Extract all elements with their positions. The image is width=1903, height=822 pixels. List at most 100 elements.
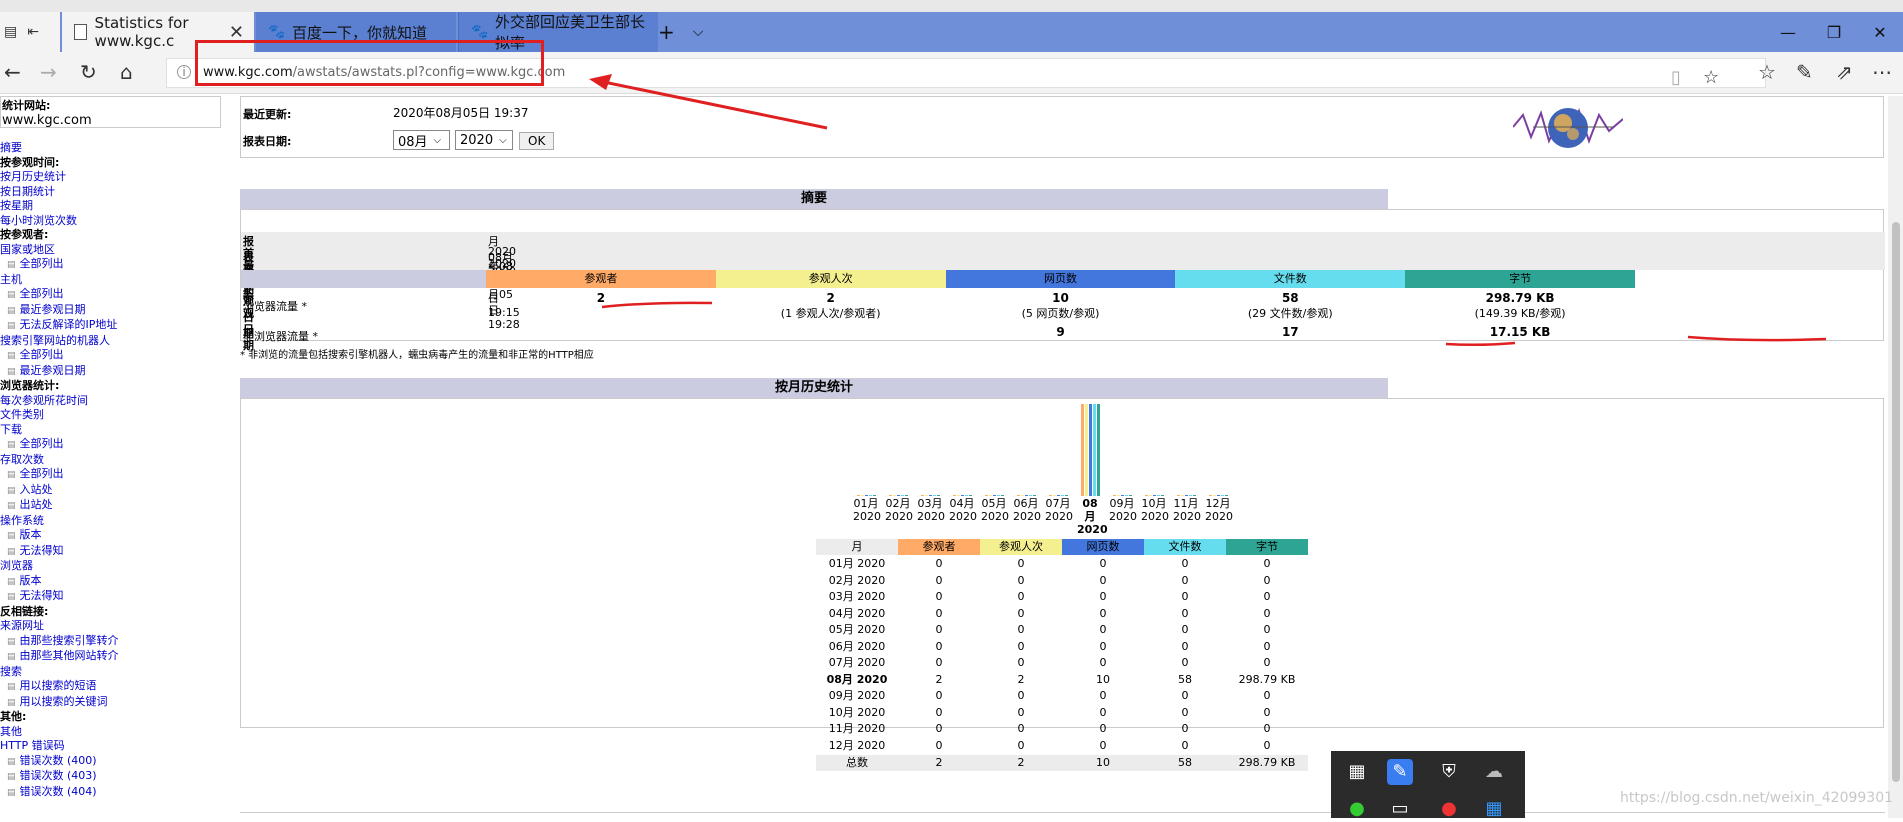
- security-shield-icon[interactable]: ⛨: [1436, 759, 1462, 785]
- refresh-icon[interactable]: ↻: [80, 60, 97, 84]
- sidebar-item[interactable]: 搜索: [0, 665, 119, 680]
- sidebar-item[interactable]: 按星期: [0, 199, 119, 214]
- monthly-cell: 0: [1017, 738, 1025, 752]
- monthly-cell: 0: [935, 689, 943, 702]
- sidebar-item[interactable]: 操作系统: [0, 514, 119, 529]
- sidebar-item[interactable]: 下载: [0, 423, 119, 438]
- window-controls: — ❐ ✕: [1765, 12, 1903, 52]
- info-icon[interactable]: i: [177, 65, 191, 79]
- sidebar-item[interactable]: 全部列出: [0, 257, 119, 273]
- scrollbar-thumb[interactable]: [1892, 222, 1900, 782]
- sidebar-item[interactable]: 错误次数 (403): [0, 769, 119, 785]
- monthly-cell: 0: [1181, 656, 1189, 669]
- feedback-icon[interactable]: ✎: [1387, 759, 1413, 785]
- monthly-cell: 0: [935, 590, 943, 603]
- sidebar-item[interactable]: 由那些其他网站转介: [0, 649, 119, 665]
- monthly-cell: 0: [1181, 689, 1189, 702]
- sidebar-item[interactable]: 浏览器: [0, 559, 119, 574]
- year-select[interactable]: 2020 ⌵: [455, 130, 513, 150]
- sidebar-item[interactable]: 无法得知: [0, 589, 119, 605]
- chart-bar: [1221, 495, 1224, 496]
- sidebar-item[interactable]: 国家或地区: [0, 243, 119, 258]
- favorite-star-icon[interactable]: ☆: [1703, 67, 1719, 88]
- sidebar-item[interactable]: 全部列出: [0, 467, 119, 483]
- monthly-cell: 0: [1017, 722, 1025, 735]
- summary-title: 摘要: [240, 189, 1388, 209]
- windows-icon[interactable]: ▦: [1481, 796, 1507, 822]
- sidebar-item[interactable]: 全部列出: [0, 348, 119, 364]
- sidebar-item[interactable]: 主机: [0, 273, 119, 288]
- app-grid-icon[interactable]: ▦: [1344, 759, 1370, 785]
- display-icon[interactable]: ▭: [1387, 796, 1413, 822]
- sidebar-item[interactable]: 用以搜索的关键词: [0, 695, 119, 711]
- new-tab-icon[interactable]: +: [658, 20, 675, 44]
- monthly-cell: 0: [1181, 623, 1189, 636]
- sidebar-item[interactable]: 入站处: [0, 483, 119, 499]
- sidebar-item[interactable]: 错误次数 (404): [0, 785, 119, 801]
- month-select[interactable]: 08月 ⌵: [393, 130, 450, 150]
- restore-icon[interactable]: ❐: [1811, 23, 1857, 42]
- chart-bar: [1085, 404, 1088, 496]
- sidebar-item[interactable]: 搜索引擎网站的机器人: [0, 334, 119, 349]
- antivirus-icon[interactable]: ●: [1436, 796, 1462, 822]
- sidebar-item[interactable]: 全部列出: [0, 287, 119, 303]
- page-scrollbar[interactable]: [1888, 96, 1903, 818]
- monthly-cell: 03月 2020: [828, 590, 886, 603]
- monthly-cell: 0: [1099, 590, 1107, 603]
- sidebar-menu: 摘要按参观时间:按月历史统计按日期统计按星期每小时浏览次数按参观者: 国家或地区全…: [0, 141, 119, 800]
- back-icon[interactable]: ←: [4, 60, 21, 84]
- sidebar-item[interactable]: 按日期统计: [0, 185, 119, 200]
- sidebar-item[interactable]: 存取次数: [0, 453, 119, 468]
- close-window-icon[interactable]: ✕: [1857, 23, 1903, 42]
- sidebar-item[interactable]: 全部列出: [0, 437, 119, 453]
- sidebar-item[interactable]: 最近参观日期: [0, 364, 119, 380]
- forward-icon[interactable]: →: [40, 60, 57, 84]
- next-section-edge: [240, 812, 1885, 818]
- value-text: 9: [1056, 325, 1065, 339]
- monthly-cell: 0: [1099, 557, 1107, 570]
- monthly-column-header: 月: [816, 539, 898, 555]
- sidebar-item[interactable]: 无法得知: [0, 544, 119, 560]
- web-note-icon[interactable]: ✎: [1796, 60, 1813, 84]
- home-icon[interactable]: ⌂: [120, 60, 133, 84]
- awstats-logo[interactable]: [1513, 101, 1623, 153]
- set-aside-icon[interactable]: ⇤: [27, 24, 39, 40]
- ok-button[interactable]: OK: [519, 132, 555, 150]
- sidebar-item[interactable]: 错误次数 (400): [0, 754, 119, 770]
- minimize-icon[interactable]: —: [1765, 23, 1811, 42]
- cloud-offline-icon[interactable]: ☁: [1481, 759, 1507, 785]
- sidebar-item[interactable]: HTTP 错误码: [0, 739, 119, 754]
- nonbrowser-traffic-label: 非浏览器流量 *: [243, 330, 318, 343]
- sidebar-item[interactable]: 每小时浏览次数: [0, 214, 119, 229]
- sidebar-item[interactable]: 按月历史统计: [0, 170, 119, 185]
- sidebar-item[interactable]: 其他: [0, 725, 119, 740]
- sidebar-item[interactable]: 用以搜索的短语: [0, 679, 119, 695]
- sidebar-item[interactable]: 版本: [0, 574, 119, 590]
- monthly-cell: 0: [935, 722, 943, 735]
- monthly-cell: 0: [1017, 689, 1025, 702]
- sidebar-item[interactable]: 摘要: [0, 141, 119, 156]
- tabs-aside-icon[interactable]: ▤: [4, 24, 17, 40]
- sidebar-item[interactable]: 无法反解译的IP地址: [0, 318, 119, 334]
- share-icon[interactable]: ⇗: [1836, 60, 1853, 84]
- monthly-cell: 0: [935, 606, 943, 620]
- favorites-hub-icon[interactable]: ☆: [1758, 60, 1776, 84]
- monthly-cell: 0: [935, 639, 943, 653]
- chart-bar: [985, 495, 988, 496]
- summary-footnote: * 非浏览的流量包括搜索引擎机器人，蠕虫病毒产生的流量和非正常的HTTP相应: [240, 350, 594, 361]
- more-icon[interactable]: ⋯: [1872, 60, 1892, 84]
- sidebar-item[interactable]: 由那些搜索引擎转介: [0, 634, 119, 650]
- chevron-down-icon[interactable]: ⌵: [693, 24, 704, 40]
- sidebar-item[interactable]: 每次参观所花时间: [0, 394, 119, 409]
- sidebar-item[interactable]: 出站处: [0, 498, 119, 514]
- monthly-cell: 0: [1099, 722, 1107, 735]
- wechat-icon[interactable]: ●: [1344, 796, 1370, 822]
- sidebar-item[interactable]: 最近参观日期: [0, 303, 119, 319]
- monthly-cell: 0: [1263, 689, 1271, 702]
- monthly-cell: 11月 2020: [828, 722, 886, 735]
- summary-column-header: 文件数: [1175, 270, 1406, 288]
- sidebar-item[interactable]: 版本: [0, 528, 119, 544]
- reading-view-icon[interactable]: ▯: [1671, 67, 1681, 88]
- sidebar-item[interactable]: 来源网址: [0, 619, 119, 634]
- sidebar-item[interactable]: 文件类别: [0, 408, 119, 423]
